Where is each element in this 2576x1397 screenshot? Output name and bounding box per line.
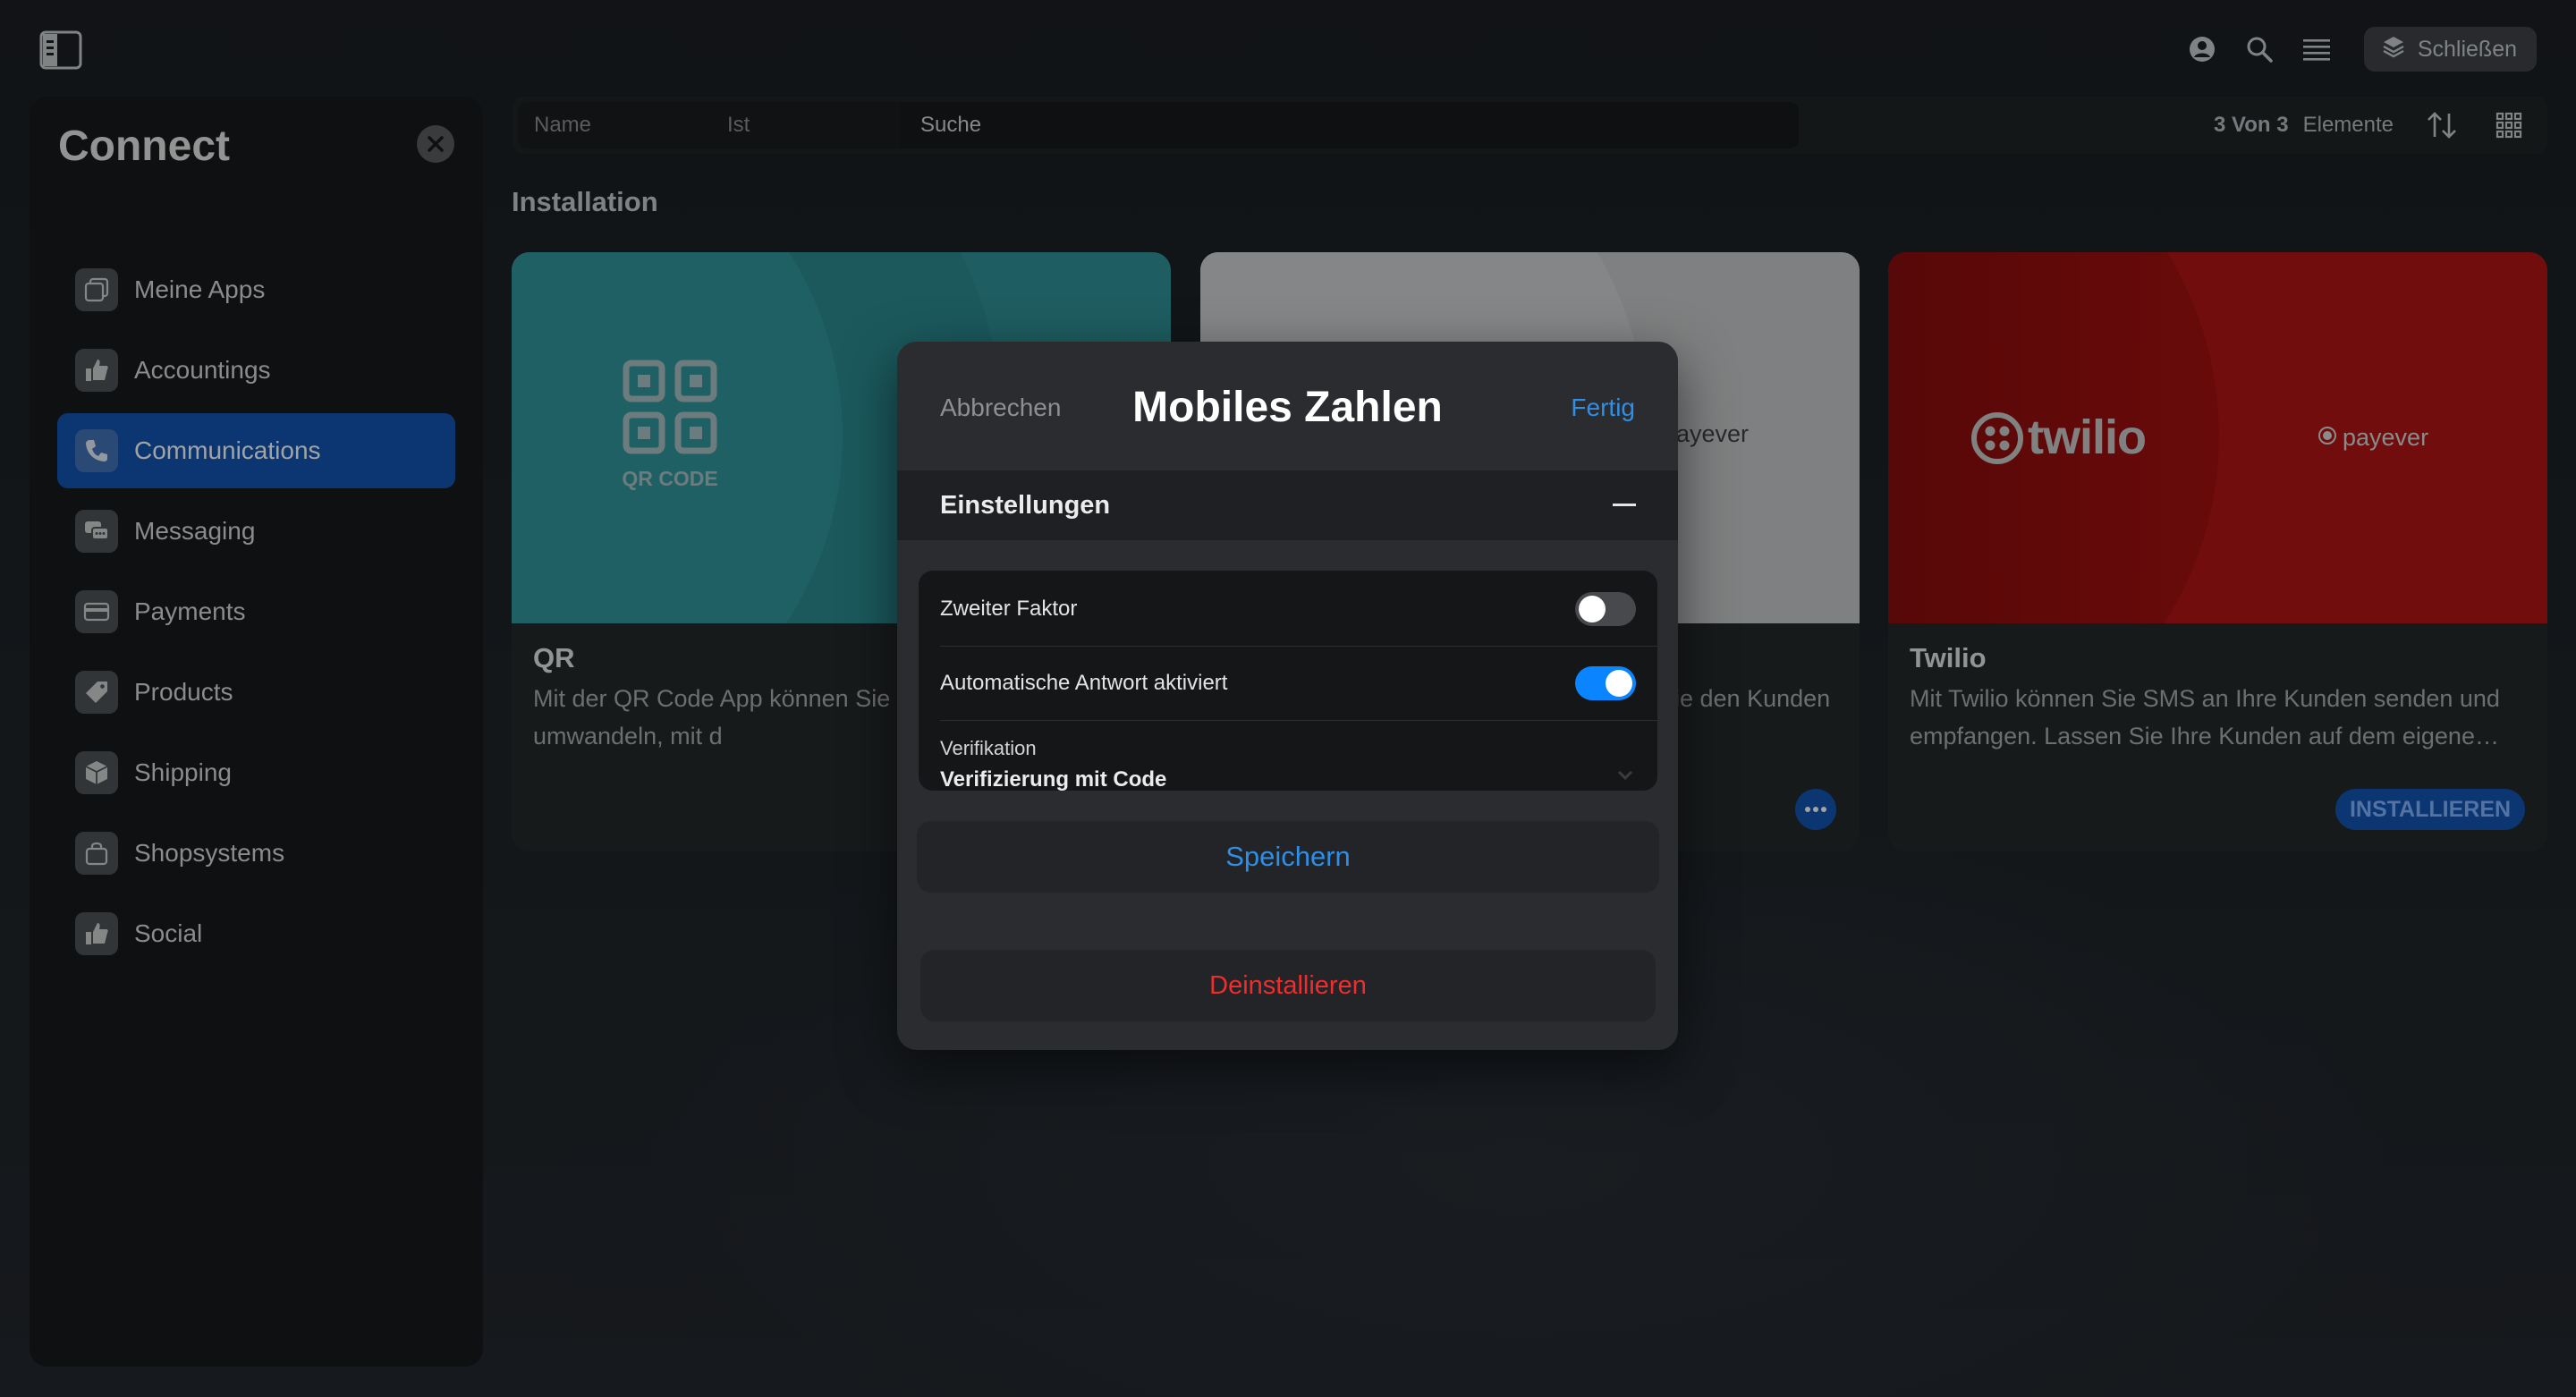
modal-title: Mobiles Zahlen — [1132, 384, 1443, 431]
chevron-down-icon — [1616, 769, 1634, 782]
settings-section-title: Einstellungen — [940, 490, 1111, 520]
setting-row-auto-reply: Automatische Antwort aktiviert — [940, 647, 1636, 720]
divider — [940, 720, 1657, 721]
two-factor-toggle[interactable] — [1575, 592, 1636, 626]
settings-panel: Zweiter Faktor Automatische Antwort akti… — [919, 571, 1657, 792]
auto-reply-toggle[interactable] — [1575, 666, 1636, 700]
verification-label: Verifikation — [940, 737, 1037, 759]
modal-header: Abbrechen Mobiles Zahlen Fertig — [897, 342, 1678, 470]
collapse-icon[interactable] — [1612, 493, 1637, 518]
verification-value: Verifizierung mit Code — [940, 767, 1167, 792]
save-button[interactable]: Speichern — [917, 821, 1659, 893]
setting-label: Zweiter Faktor — [940, 597, 1078, 621]
setting-label: Automatische Antwort aktiviert — [940, 671, 1228, 695]
settings-section-header[interactable]: Einstellungen — [897, 470, 1678, 540]
setting-row-two-factor: Zweiter Faktor — [940, 572, 1636, 646]
uninstall-button[interactable]: Deinstallieren — [920, 950, 1656, 1021]
done-button[interactable]: Fertig — [1571, 394, 1635, 422]
settings-modal: Abbrechen Mobiles Zahlen Fertig Einstell… — [897, 342, 1678, 1050]
